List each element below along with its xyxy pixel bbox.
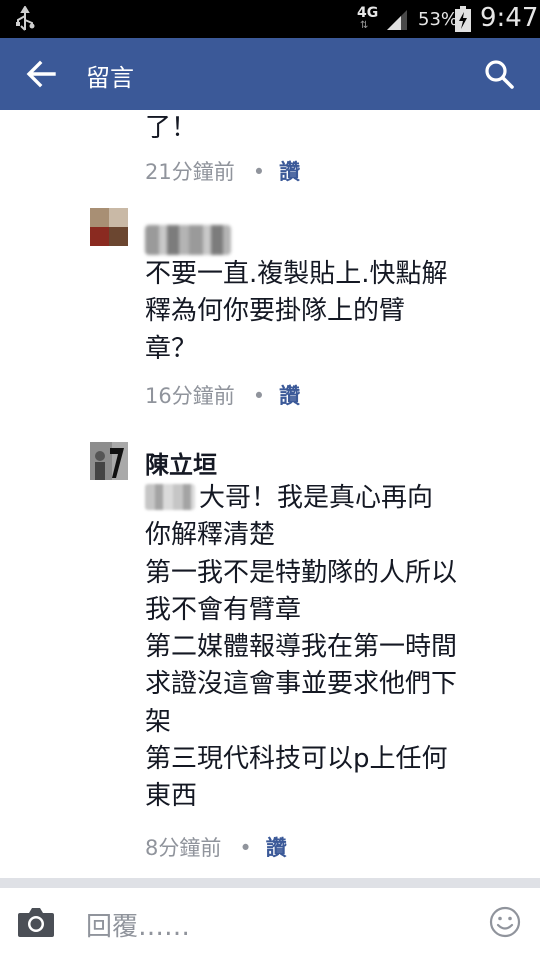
- meta-separator: •: [252, 160, 266, 184]
- meta-separator: •: [252, 384, 266, 408]
- like-button[interactable]: 讚: [266, 836, 287, 860]
- comment-line: 章？: [145, 333, 198, 364]
- battery-icon: [455, 6, 471, 32]
- camera-icon[interactable]: [17, 906, 55, 938]
- commenter-name-blurred[interactable]: [145, 225, 231, 255]
- meta-separator: •: [239, 836, 252, 860]
- comment-item: 陳立垣 大哥！我是真心再向 你解釋清楚 第一我不是特勤隊的人所以 我不會有臂章 …: [0, 442, 540, 872]
- network-type: 4G: [357, 5, 379, 21]
- comment-line: 了！: [145, 113, 198, 143]
- comment-line: 第一我不是特勤隊的人所以: [145, 557, 458, 588]
- app-bar: 留言: [0, 38, 540, 110]
- comment-line: 我不會有臂章: [145, 594, 302, 625]
- emoji-icon[interactable]: [489, 906, 521, 938]
- comment-meta: 8分鐘前 • 讚: [145, 832, 287, 862]
- comment-line: 釋為何你要掛隊上的臂: [145, 296, 406, 327]
- clock: 9:47: [480, 3, 539, 33]
- reply-composer: 回覆……: [0, 888, 540, 960]
- usb-icon: [16, 6, 35, 31]
- comment-line: 求證沒這會事並要求他們下: [145, 669, 458, 700]
- comment-time: 21分鐘前: [145, 160, 235, 184]
- avatar[interactable]: [90, 208, 128, 246]
- comment-time: 8分鐘前: [145, 836, 222, 860]
- comment-time: 16分鐘前: [145, 384, 235, 408]
- page-title: 留言: [86, 64, 134, 92]
- comment-line: 大哥！我是真心再向: [145, 480, 505, 517]
- comment-body: 了！: [145, 110, 505, 147]
- mention-blurred: [145, 484, 195, 510]
- comment-body: 大哥！我是真心再向 你解釋清楚 第一我不是特勤隊的人所以 我不會有臂章 第二媒體…: [145, 480, 505, 816]
- comment-line: 第二媒體報導我在第一時間: [145, 632, 458, 663]
- like-button[interactable]: 讚: [279, 384, 300, 408]
- composer-divider: [0, 878, 540, 888]
- comment-line: 你解釋清楚: [145, 520, 276, 551]
- battery-percent: 53%: [418, 9, 459, 30]
- comment-list: 了！ 21分鐘前 • 讚 不要一直.複製貼上.快點解 釋為何你要掛隊上的臂 章？ 1…: [0, 110, 540, 880]
- back-arrow-icon[interactable]: [26, 60, 56, 88]
- comment-item: 不要一直.複製貼上.快點解 釋為何你要掛隊上的臂 章？ 16分鐘前 • 讚: [0, 208, 540, 420]
- comment-line: 第三現代科技可以p上任何: [145, 744, 448, 775]
- comment-line: 東西: [145, 781, 198, 812]
- status-bar: 4G ⇅ 53% 9:47: [0, 0, 540, 38]
- like-button[interactable]: 讚: [279, 160, 300, 184]
- avatar[interactable]: [90, 442, 128, 480]
- comment-meta: 16分鐘前 • 讚: [145, 380, 300, 410]
- commenter-name[interactable]: 陳立垣: [145, 445, 217, 480]
- comment-line: 不要一直.複製貼上.快點解: [145, 259, 448, 289]
- comment-meta: 21分鐘前 • 讚: [145, 156, 300, 186]
- comment-line: 架: [145, 706, 172, 737]
- comment-body: 不要一直.複製貼上.快點解 釋為何你要掛隊上的臂 章？: [145, 256, 505, 368]
- reply-input[interactable]: 回覆……: [86, 906, 466, 942]
- comment-item: 了！ 21分鐘前 • 讚: [0, 110, 540, 198]
- data-activity-icon: ⇅: [360, 20, 369, 31]
- signal-icon: [387, 10, 407, 30]
- search-icon[interactable]: [484, 59, 514, 89]
